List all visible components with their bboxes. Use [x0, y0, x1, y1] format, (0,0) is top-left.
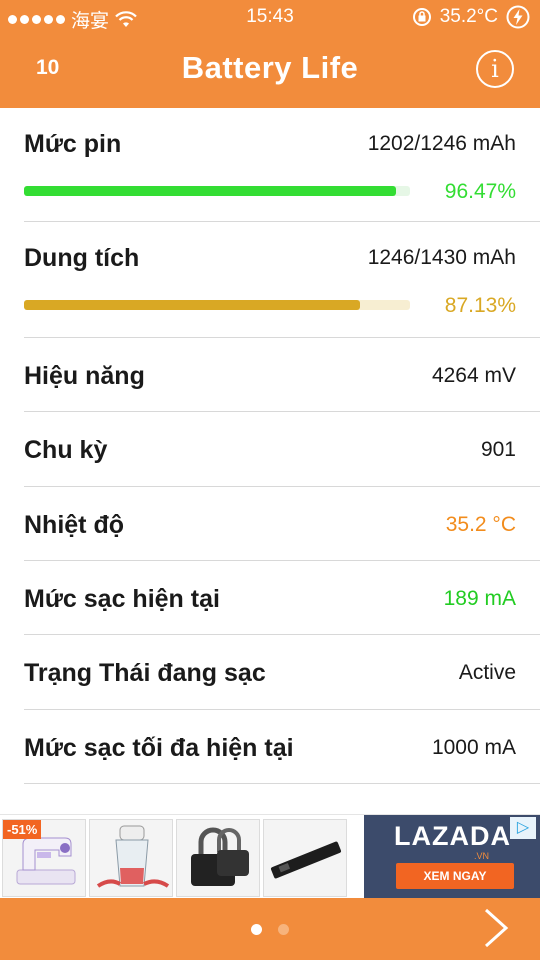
- row-cycles: Chu kỳ 901: [24, 412, 540, 487]
- row-max-charge: Mức sạc tối đa hiện tại 1000 mA: [24, 710, 540, 784]
- battery-level-bar: [24, 186, 410, 196]
- page-title: Battery Life: [181, 50, 359, 85]
- chevron-right-icon: [484, 908, 509, 948]
- capacity-bar: [24, 300, 410, 310]
- lazada-domain: .VN: [474, 851, 490, 861]
- status-temperature: 35.2°C: [439, 6, 498, 27]
- voltage-label: Hiệu năng: [24, 362, 145, 390]
- row-capacity: Dung tích 1246/1430 mAh 87.13%: [24, 222, 540, 338]
- capacity-value: 1246/1430 mAh: [367, 246, 516, 269]
- row-charge-current: Mức sạc hiện tại 189 mA: [24, 561, 540, 635]
- charge-current-label: Mức sạc hiện tại: [24, 585, 220, 613]
- row-temperature: Nhiệt độ 35.2 °C: [24, 487, 540, 561]
- battery-level-percent: 96.47%: [444, 180, 516, 203]
- rotation-lock-icon: [412, 8, 431, 26]
- row-charging-state: Trạng Thái đang sạc Active: [24, 635, 540, 710]
- ad-product-sewing-machine[interactable]: -51%: [2, 819, 86, 897]
- battery-level-bar-fill: [24, 186, 397, 196]
- voltage-value: 4264 mV: [431, 364, 516, 387]
- padlock-icon: [191, 827, 249, 886]
- ad-choices-icon[interactable]: ▷: [510, 817, 536, 839]
- battery-level-value: 1202/1246 mAh: [367, 132, 516, 155]
- ad-banner[interactable]: -51% LAZADA .VN XEM NGAY ▷: [0, 814, 540, 899]
- max-charge-value: 1000 mA: [431, 736, 516, 759]
- info-button[interactable]: i: [476, 50, 514, 88]
- capacity-bar-fill: [24, 300, 361, 310]
- food-chopper-icon: [96, 825, 170, 888]
- charging-bolt-icon: [506, 5, 530, 29]
- cycles-label: Chu kỳ: [24, 436, 108, 464]
- capacity-percent: 87.13%: [444, 294, 516, 317]
- bottom-bar: [0, 898, 540, 960]
- ad-cta-button[interactable]: XEM NGAY: [396, 863, 514, 889]
- charging-state-value: Active: [458, 661, 516, 684]
- status-right: 35.2°C: [412, 5, 530, 29]
- max-charge-label: Mức sạc tối đa hiện tại: [24, 734, 294, 762]
- next-button[interactable]: [482, 906, 510, 960]
- capacity-label: Dung tích: [24, 244, 140, 272]
- ad-product-laptop-battery[interactable]: [263, 819, 347, 897]
- battery-level-label: Mức pin: [24, 130, 122, 158]
- row-battery-level: Mức pin 1202/1246 mAh 96.47%: [24, 108, 540, 222]
- page-indicator-dot-2[interactable]: [278, 924, 289, 935]
- ad-product-padlock[interactable]: [176, 819, 260, 897]
- ad-product-food-chopper[interactable]: [89, 819, 173, 897]
- page-indicator-dot-1[interactable]: [251, 924, 262, 935]
- laptop-battery-icon: [270, 841, 342, 879]
- lazada-logo: LAZADA: [394, 821, 511, 851]
- cycles-value: 901: [480, 438, 516, 461]
- temperature-value: 35.2 °C: [445, 513, 516, 536]
- charge-current-value: 189 mA: [443, 587, 516, 610]
- status-bar: 海宴 15:43 35.2°C: [0, 0, 540, 36]
- discount-badge: -51%: [3, 820, 42, 839]
- charging-state-label: Trạng Thái đang sạc: [24, 659, 266, 687]
- row-voltage: Hiệu năng 4264 mV: [24, 338, 540, 412]
- nav-bar: 10 Battery Life i: [0, 36, 540, 108]
- lazada-ad[interactable]: LAZADA .VN XEM NGAY ▷: [364, 815, 540, 899]
- temperature-label: Nhiệt độ: [24, 511, 124, 539]
